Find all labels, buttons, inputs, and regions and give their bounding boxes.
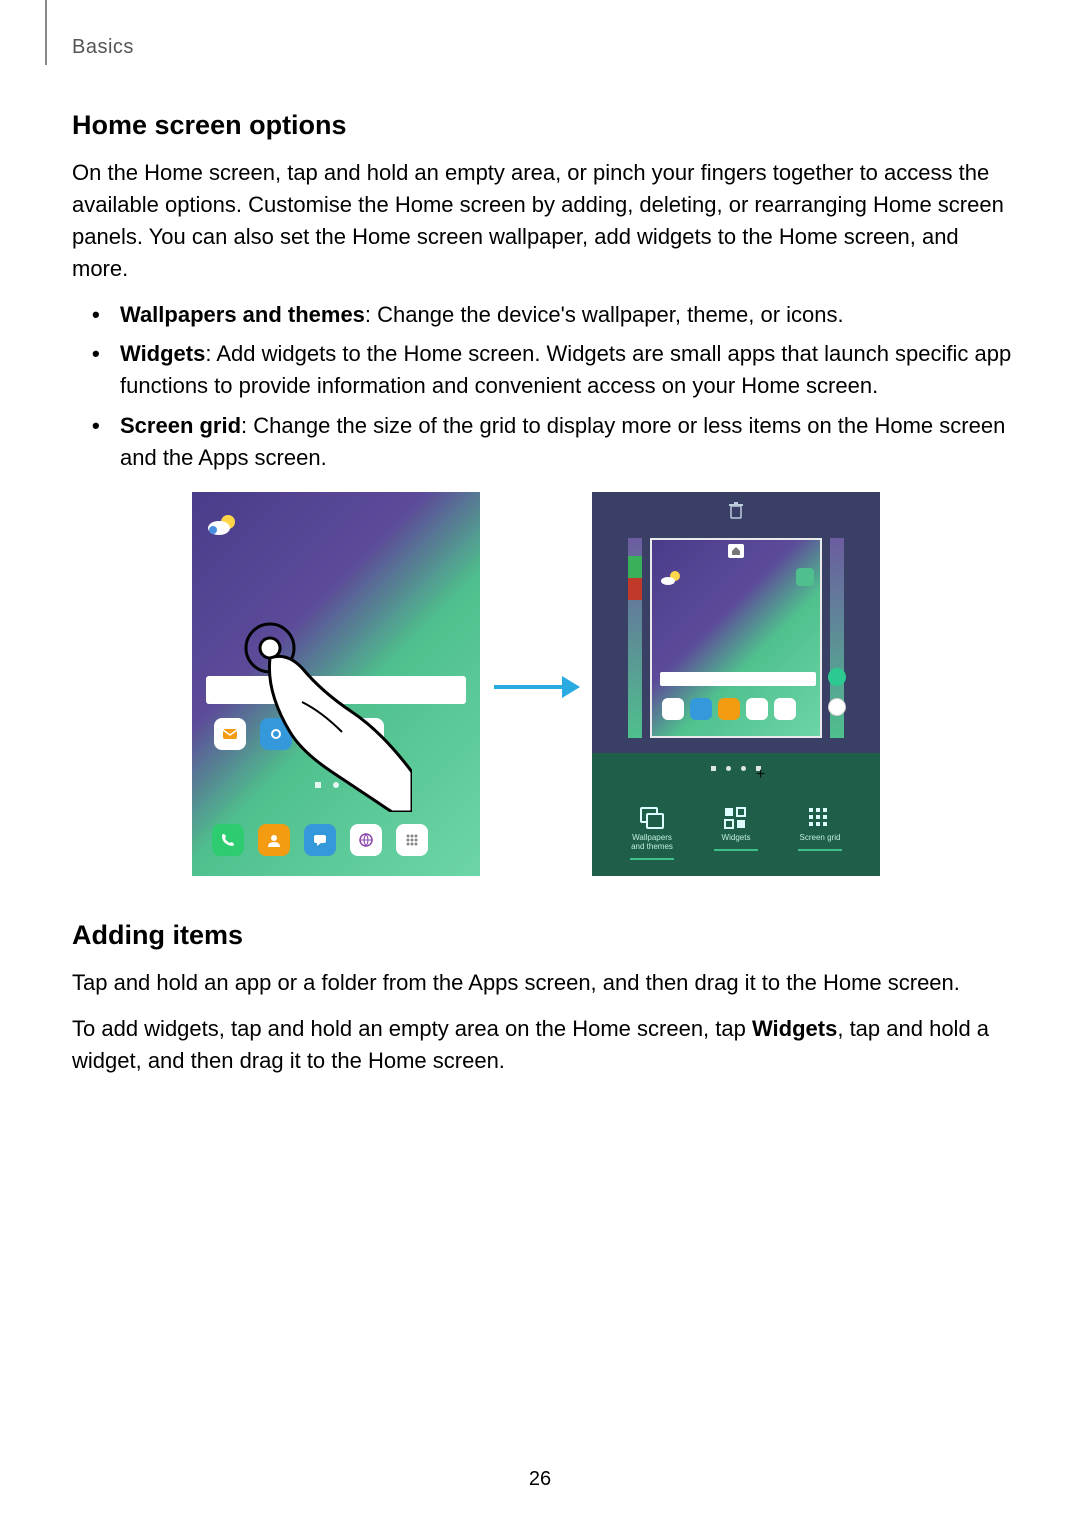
dock-messages-icon	[304, 824, 336, 856]
panel-right-icon-2	[828, 698, 846, 716]
dock-phone-icon	[212, 824, 244, 856]
intro-paragraph: On the Home screen, tap and hold an empt…	[72, 157, 1012, 285]
option-underline	[630, 858, 674, 860]
option-label: Wallpapers and themes	[631, 834, 673, 852]
mini-app-row	[662, 698, 796, 720]
header-tab-marker	[45, 0, 47, 65]
mini-apps-grid-icon	[796, 568, 814, 586]
heading-adding-items: Adding items	[72, 920, 1012, 951]
phone-screenshot-edit-mode: + Wallpapers and themes Widgets	[592, 492, 880, 876]
mini-app-5	[774, 698, 796, 720]
bullet-bold: Screen grid	[120, 413, 241, 438]
app-gallery-icon	[306, 718, 338, 750]
panel-thumb-right	[830, 538, 844, 738]
edit-options-row: Wallpapers and themes Widgets Screen gri…	[610, 806, 862, 860]
bullet-rest: : Change the size of the grid to display…	[120, 413, 1005, 470]
bullet-widgets: Widgets: Add widgets to the Home screen.…	[72, 338, 1012, 402]
dock-contacts-icon	[258, 824, 290, 856]
para2-bold: Widgets	[752, 1016, 837, 1041]
mini-weather-icon	[660, 570, 682, 586]
mini-app-1	[662, 698, 684, 720]
mini-app-3	[718, 698, 740, 720]
bullet-rest: : Change the device's wallpaper, theme, …	[365, 302, 844, 327]
google-search-bar	[206, 676, 466, 704]
option-widgets: Widgets	[714, 806, 758, 860]
bullet-rest: : Add widgets to the Home screen. Widget…	[120, 341, 1011, 398]
dock-internet-icon	[350, 824, 382, 856]
page-content: Home screen options On the Home screen, …	[72, 110, 1012, 1091]
panel-right-icon-1	[828, 668, 846, 686]
dock-row	[212, 824, 428, 856]
bullet-bold: Widgets	[120, 341, 205, 366]
dock-apps-icon	[396, 824, 428, 856]
adding-items-para1: Tap and hold an app or a folder from the…	[72, 967, 1012, 999]
heading-home-screen-options: Home screen options	[72, 110, 1012, 141]
app-playstore-icon	[352, 718, 384, 750]
option-wallpapers-themes: Wallpapers and themes	[630, 806, 674, 860]
page-indicator-dots	[315, 782, 357, 788]
bullet-wallpapers: Wallpapers and themes: Change the device…	[72, 299, 1012, 331]
mini-app-4	[746, 698, 768, 720]
wallpapers-icon	[639, 806, 665, 830]
weather-widget-icon	[206, 512, 240, 538]
adding-items-para2: To add widgets, tap and hold an empty ar…	[72, 1013, 1012, 1077]
option-underline	[798, 849, 842, 851]
illustration-home-screen-options: + Wallpapers and themes Widgets	[72, 492, 1012, 892]
home-badge-icon	[728, 544, 744, 558]
app-camera-icon	[260, 718, 292, 750]
grid-icon	[807, 806, 833, 830]
mini-search-bar	[660, 672, 816, 686]
header-section-label: Basics	[72, 36, 134, 59]
app-email-icon	[214, 718, 246, 750]
option-underline	[714, 849, 758, 851]
option-screen-grid: Screen grid	[798, 806, 842, 860]
option-label: Screen grid	[800, 834, 841, 843]
phone-screenshot-normal	[192, 492, 480, 876]
bullet-bold: Wallpapers and themes	[120, 302, 365, 327]
option-label: Widgets	[722, 834, 751, 843]
options-bullet-list: Wallpapers and themes: Change the device…	[72, 299, 1012, 474]
home-app-row	[214, 718, 384, 750]
panel-preview-main	[650, 538, 822, 738]
para2-pre: To add widgets, tap and hold an empty ar…	[72, 1016, 752, 1041]
trash-icon	[728, 502, 744, 520]
widgets-icon	[723, 806, 749, 830]
bullet-screen-grid: Screen grid: Change the size of the grid…	[72, 410, 1012, 474]
arrow-right-icon	[492, 672, 582, 702]
panel-indicator-dots: +	[711, 766, 761, 771]
panel-thumb-left	[628, 538, 642, 738]
page-number: 26	[529, 1468, 551, 1491]
mini-app-2	[690, 698, 712, 720]
